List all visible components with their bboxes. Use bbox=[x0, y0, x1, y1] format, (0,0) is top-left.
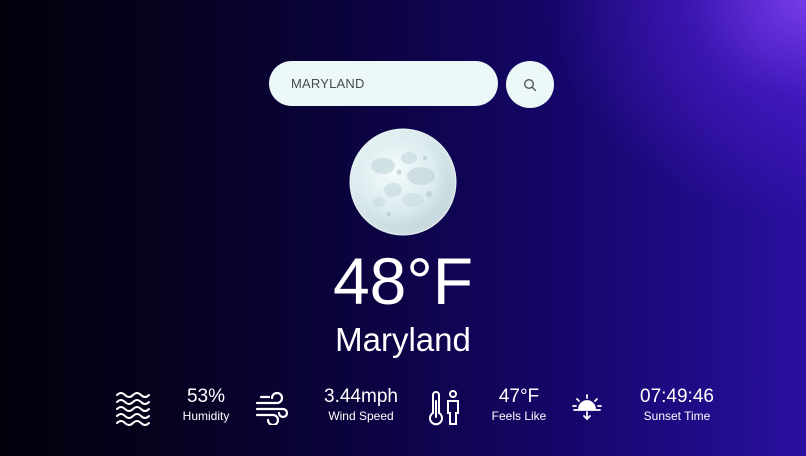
full-moon-icon bbox=[349, 128, 457, 236]
weather-stats: 53% Humidity 3.44mph Wind Speed 47°F Fee… bbox=[0, 385, 806, 431]
sunset-icon bbox=[572, 394, 602, 421]
wind-icon bbox=[255, 391, 289, 425]
humidity-stat: 53% Humidity bbox=[146, 385, 266, 424]
search-input[interactable] bbox=[269, 61, 498, 106]
feels-like-label: Feels Like bbox=[491, 409, 547, 423]
search-icon bbox=[523, 78, 537, 91]
temperature: 48°F bbox=[332, 244, 474, 318]
weather-app: 48°F Maryland 53% Humidity 3.4 bbox=[0, 0, 806, 456]
thermometer-person-icon bbox=[429, 390, 459, 426]
sunset-stat: 07:49:46 Sunset Time bbox=[617, 385, 737, 424]
search-bar bbox=[269, 61, 554, 108]
humidity-value: 53% bbox=[186, 386, 226, 407]
sunset-value: 07:49:46 bbox=[640, 386, 714, 407]
humidity-label: Humidity bbox=[182, 409, 230, 423]
city-name: Maryland bbox=[335, 321, 471, 358]
sunset-label: Sunset Time bbox=[643, 409, 711, 423]
wind-label: Wind Speed bbox=[328, 409, 394, 423]
feels-like-value: 47°F bbox=[498, 386, 540, 407]
wind-value: 3.44mph bbox=[324, 386, 398, 407]
feels-like-stat: 47°F Feels Like bbox=[459, 385, 579, 424]
wind-stat: 3.44mph Wind Speed bbox=[301, 385, 421, 424]
search-button[interactable] bbox=[506, 61, 554, 108]
